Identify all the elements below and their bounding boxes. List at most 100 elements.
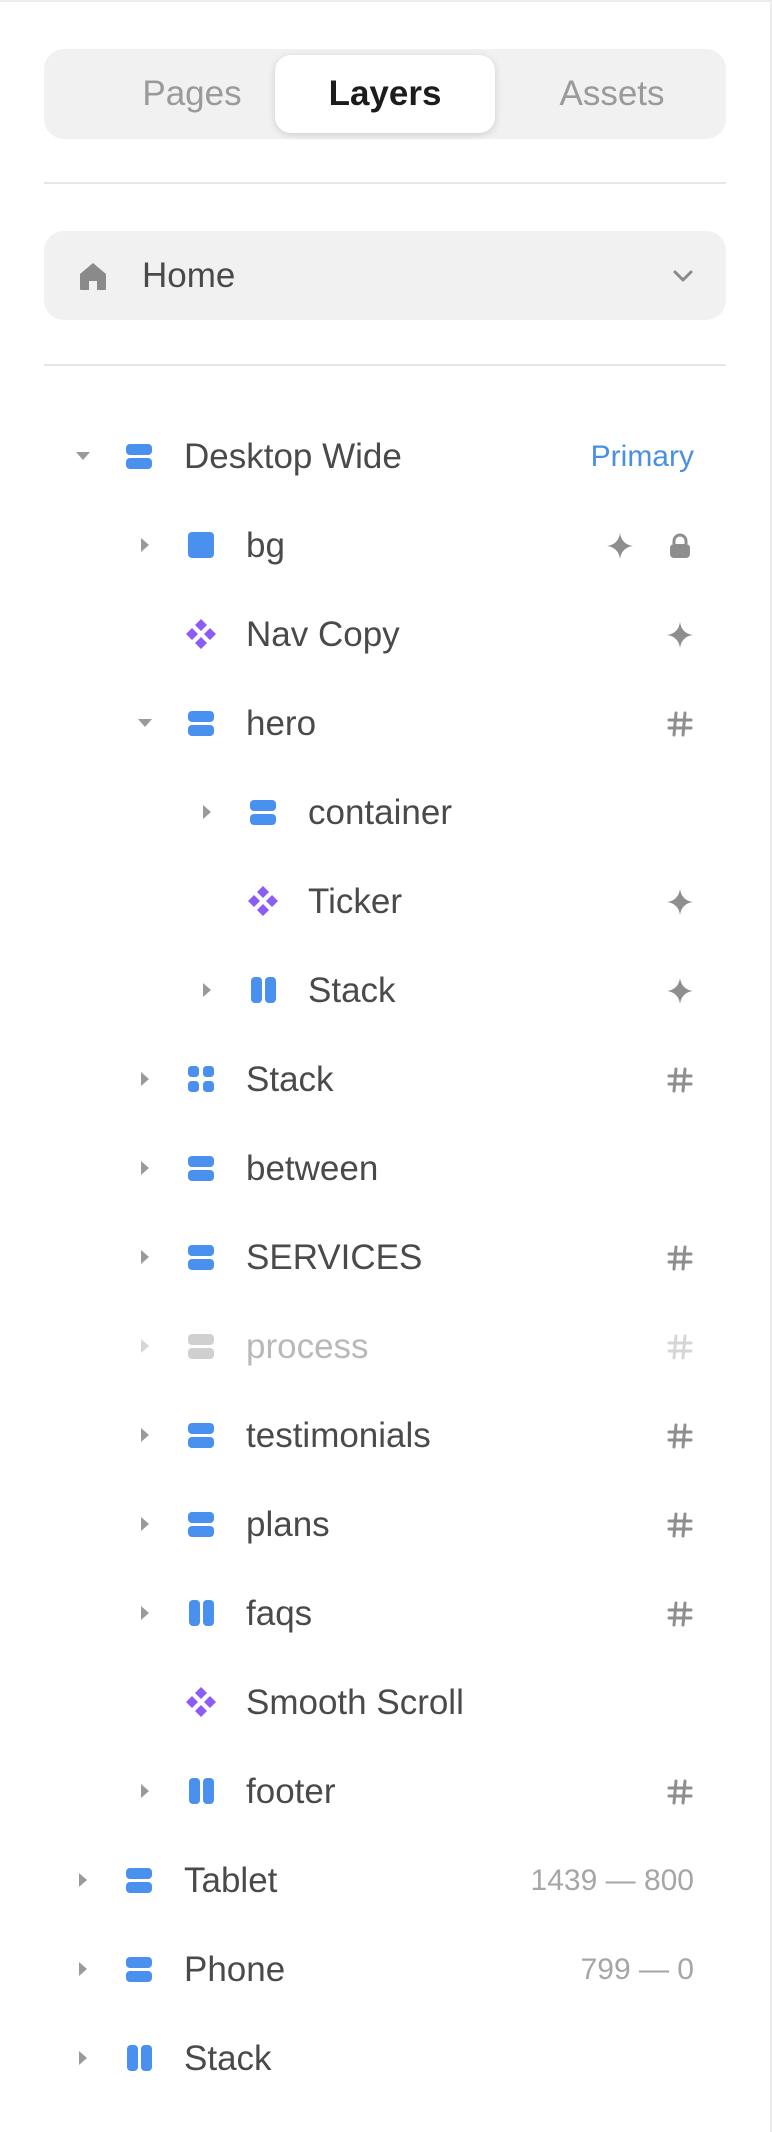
layer-row[interactable]: plans: [0, 1480, 772, 1569]
layer-meta: 799 — 0: [581, 1925, 694, 2014]
tab-pages[interactable]: Pages: [82, 55, 302, 133]
stack-horizontal-icon: [189, 1600, 214, 1626]
layer-name: bg: [246, 525, 285, 565]
layer-row[interactable]: hero: [0, 679, 772, 768]
layer-name: container: [308, 792, 452, 832]
primary-badge: Primary: [590, 439, 694, 473]
caret-right-icon[interactable]: [196, 801, 218, 823]
stack-vertical-icon: [188, 1334, 214, 1359]
sparkle-icon: [667, 977, 693, 1004]
layer-name: between: [246, 1148, 379, 1188]
hash-icon: [667, 711, 693, 736]
caret-right-icon[interactable]: [134, 1068, 156, 1090]
stack-horizontal-icon: [251, 977, 276, 1003]
divider: [44, 182, 726, 184]
layer-name: plans: [246, 1504, 330, 1544]
layer-row[interactable]: Stack: [0, 946, 772, 1035]
page-select[interactable]: Home: [44, 231, 726, 320]
caret-right-icon[interactable]: [196, 979, 218, 1001]
layer-row[interactable]: between: [0, 1124, 772, 1213]
caret-right-icon[interactable]: [134, 1780, 156, 1802]
layer-name: Phone: [184, 1949, 286, 1989]
layer-row[interactable]: Stack: [0, 1035, 772, 1124]
hash-icon: [667, 1067, 693, 1092]
page-select-label: Home: [142, 255, 236, 295]
layer-meta: [666, 1391, 694, 1480]
caret-right-icon[interactable]: [134, 1335, 156, 1357]
caret-right-icon[interactable]: [134, 534, 156, 556]
layer-row[interactable]: Tablet 1439 — 800: [0, 1836, 772, 1925]
grid-icon: [188, 1066, 214, 1092]
layer-name: process: [246, 1326, 369, 1366]
tab-layers[interactable]: Layers: [275, 55, 495, 133]
layer-row[interactable]: Ticker: [0, 857, 772, 946]
hash-icon: [667, 1423, 693, 1448]
layer-name: footer: [246, 1771, 336, 1811]
breakpoint-range: 799 — 0: [580, 1952, 694, 1986]
stack-vertical-icon: [188, 1512, 214, 1537]
caret-right-icon[interactable]: [134, 1602, 156, 1624]
lock-icon: [670, 533, 690, 558]
layer-row[interactable]: Stack: [0, 2014, 772, 2103]
stack-vertical-icon: [188, 1156, 214, 1181]
layer-row[interactable]: Desktop Wide Primary: [0, 412, 772, 501]
layer-name: faqs: [246, 1593, 313, 1633]
breakpoint-range: 1439 — 800: [530, 1863, 694, 1897]
sparkle-icon: [667, 621, 693, 648]
layer-name: Stack: [184, 2038, 272, 2078]
layer-row[interactable]: Smooth Scroll: [0, 1658, 772, 1747]
layer-row[interactable]: process: [0, 1302, 772, 1391]
stack-vertical-icon: [126, 1868, 152, 1893]
stack-vertical-icon: [188, 1423, 214, 1448]
layer-meta: [666, 1480, 694, 1569]
layer-meta: [666, 590, 694, 679]
component-icon: [186, 619, 216, 649]
layer-row[interactable]: bg: [0, 501, 772, 590]
caret-right-icon[interactable]: [72, 1869, 94, 1891]
layer-meta: Primary: [591, 412, 694, 501]
hash-icon: [667, 1601, 693, 1626]
layer-row[interactable]: faqs: [0, 1569, 772, 1658]
layer-meta: [666, 1035, 694, 1124]
layer-meta: 1439 — 800: [531, 1836, 694, 1925]
tab-assets[interactable]: Assets: [502, 55, 722, 133]
layer-meta: [606, 501, 694, 590]
layer-meta: [666, 1213, 694, 1302]
stack-vertical-icon: [250, 800, 276, 825]
layer-name: Desktop Wide: [184, 436, 402, 476]
caret-down-icon[interactable]: [72, 445, 94, 467]
layer-name: Smooth Scroll: [246, 1682, 464, 1722]
layer-row[interactable]: SERVICES: [0, 1213, 772, 1302]
caret-right-icon[interactable]: [72, 1958, 94, 1980]
layer-row[interactable]: testimonials: [0, 1391, 772, 1480]
home-icon: [80, 263, 106, 290]
layer-name: hero: [246, 703, 317, 743]
caret-right-icon[interactable]: [134, 1246, 156, 1268]
layer-name: Nav Copy: [246, 614, 400, 654]
hash-icon: [667, 1779, 693, 1804]
hash-icon: [667, 1245, 693, 1270]
layer-name: Stack: [246, 1059, 334, 1099]
component-icon: [186, 1687, 216, 1717]
sparkle-icon: [607, 532, 633, 559]
layer-meta: [666, 1569, 694, 1658]
stack-vertical-icon: [126, 1957, 152, 1982]
caret-right-icon[interactable]: [134, 1513, 156, 1535]
layer-row[interactable]: container: [0, 768, 772, 857]
layer-row[interactable]: Phone 799 — 0: [0, 1925, 772, 2014]
caret-right-icon[interactable]: [72, 2047, 94, 2069]
layer-meta: [666, 1747, 694, 1836]
chevron-down-icon: [673, 270, 693, 282]
sparkle-icon: [667, 888, 693, 915]
layer-meta: [666, 679, 694, 768]
stack-vertical-icon: [188, 711, 214, 736]
layer-name: Tablet: [184, 1860, 278, 1900]
caret-down-icon[interactable]: [134, 712, 156, 734]
layer-row[interactable]: Nav Copy: [0, 590, 772, 679]
layer-row[interactable]: footer: [0, 1747, 772, 1836]
divider: [44, 364, 726, 366]
layer-name: SERVICES: [246, 1237, 423, 1277]
layers-panel: Pages Layers Assets Home Desktop Wide Pri…: [0, 0, 772, 2132]
caret-right-icon[interactable]: [134, 1424, 156, 1446]
caret-right-icon[interactable]: [134, 1157, 156, 1179]
